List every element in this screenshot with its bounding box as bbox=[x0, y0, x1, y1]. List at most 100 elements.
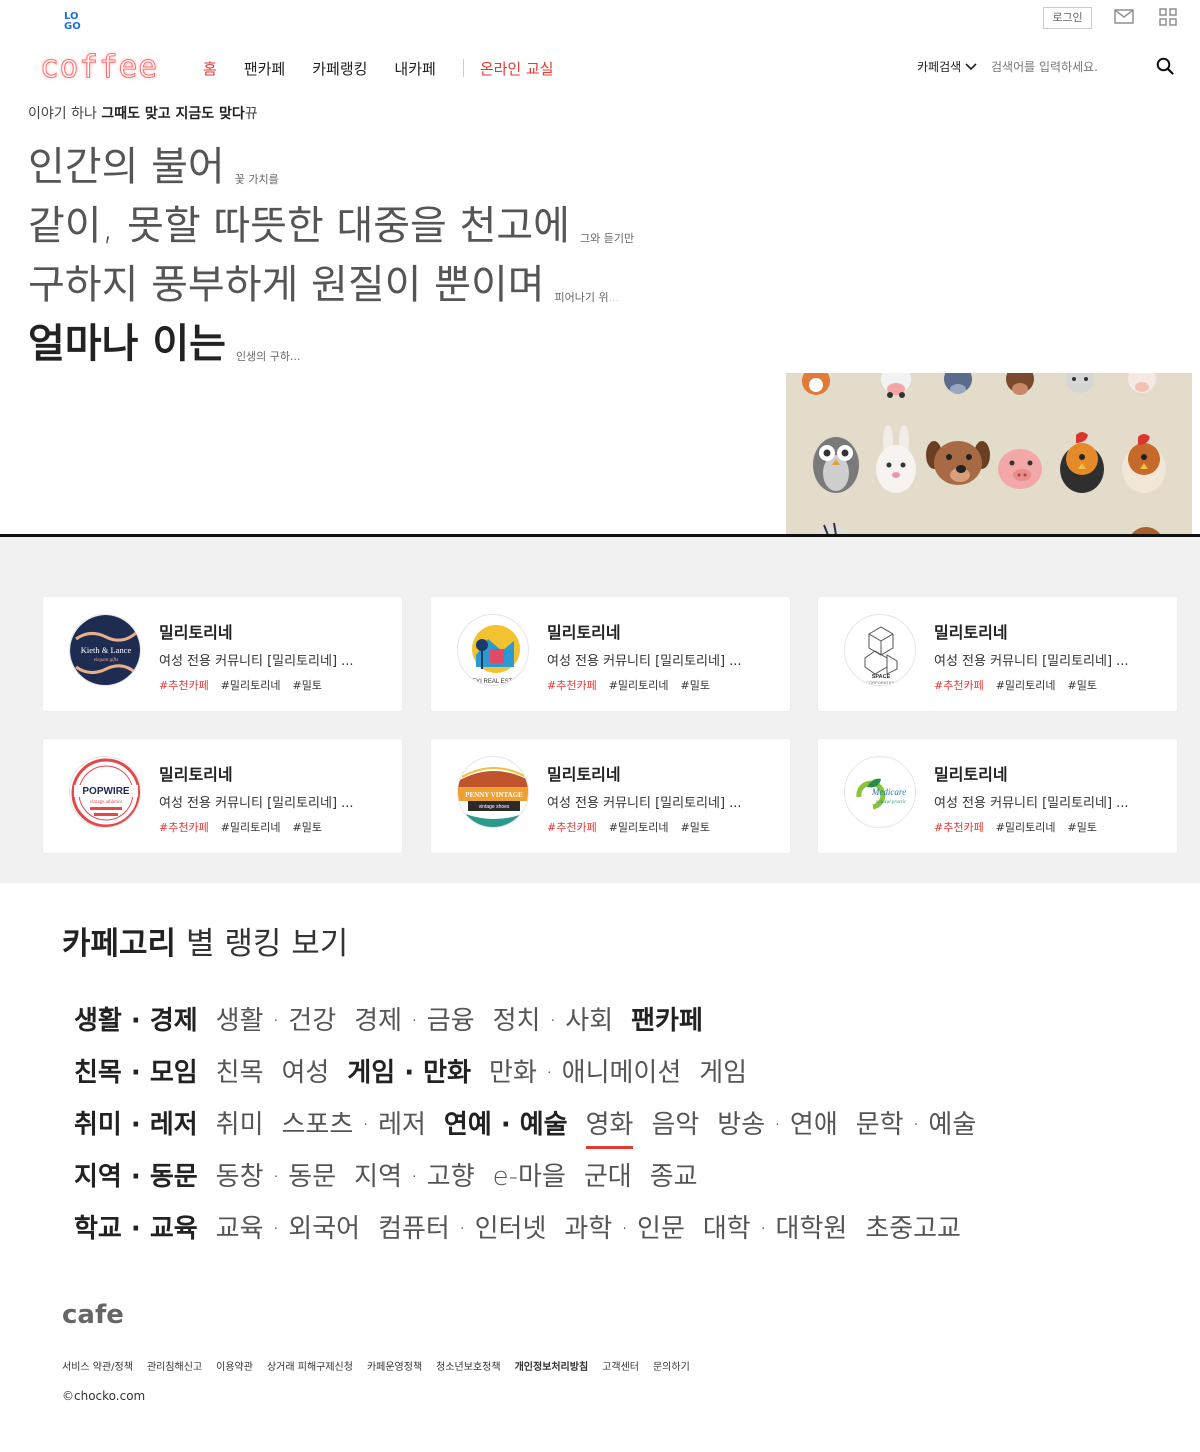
cafe-title: 밀리토리네 bbox=[159, 765, 233, 784]
tag[interactable]: #추천카페 bbox=[547, 679, 597, 692]
cafe-title: 밀리토리네 bbox=[934, 765, 1008, 784]
search-scope-dropdown[interactable]: 카페검색 bbox=[917, 58, 977, 75]
footer-link[interactable]: 개인정보처리방침 bbox=[515, 1358, 589, 1373]
footer-link[interactable]: 상거래 피해구제신청 bbox=[267, 1358, 353, 1373]
cafe-card[interactable]: POPWIRE vintage athletics 밀리토리네 여성 전용 커뮤니… bbox=[43, 739, 402, 853]
cafe-tags: #추천카페 #밀리토리네 #밀토 bbox=[159, 677, 334, 693]
search-input[interactable] bbox=[991, 57, 1131, 77]
category-item[interactable]: 초중고교 bbox=[865, 1208, 961, 1245]
tag[interactable]: #밀토 bbox=[681, 821, 710, 834]
brand-logo[interactable]: coffee bbox=[40, 48, 158, 86]
category-item[interactable]: 교육 · 외국어 bbox=[216, 1208, 360, 1245]
footer-logo[interactable]: cafe bbox=[62, 1300, 124, 1330]
category-heading[interactable]: 학교 · 교육 bbox=[74, 1208, 198, 1245]
tag[interactable]: #추천카페 bbox=[934, 679, 984, 692]
tag[interactable]: #밀리토리네 bbox=[996, 821, 1056, 834]
donkey-icon bbox=[944, 373, 972, 394]
cafe-desc: 여성 전용 커뮤니티 [밀리토리네] ... bbox=[934, 796, 1129, 811]
category-heading[interactable]: 친목 · 모임 bbox=[74, 1052, 198, 1089]
cafe-logo: Medicare natural practic bbox=[844, 756, 916, 828]
category-item[interactable]: 경제 · 금융 bbox=[354, 1000, 474, 1037]
tag[interactable]: #추천카페 bbox=[159, 821, 209, 834]
category-item[interactable]: 만화 · 애니메이션 bbox=[489, 1052, 681, 1089]
category-heading[interactable]: 취미 · 레저 bbox=[74, 1104, 198, 1141]
story-suffix: 뀨 bbox=[244, 106, 258, 122]
cafe-tags: #추천카페 #밀리토리네 #밀토 bbox=[547, 819, 722, 835]
tag[interactable]: #밀리토리네 bbox=[609, 821, 669, 834]
footer-link[interactable]: 문의하기 bbox=[653, 1358, 690, 1373]
category-item[interactable]: 문학 · 예술 bbox=[856, 1104, 976, 1141]
category-item[interactable]: 취미 bbox=[216, 1104, 264, 1141]
category-item[interactable]: 지역 · 고향 bbox=[354, 1156, 474, 1193]
category-item[interactable]: 종교 bbox=[650, 1156, 698, 1193]
cafe-logo: PENNY VINTAGE vintage shoes bbox=[457, 756, 529, 828]
tag[interactable]: #밀리토리네 bbox=[221, 821, 281, 834]
search-scope-label: 카페검색 bbox=[917, 60, 962, 74]
cat-icon bbox=[1066, 373, 1094, 393]
footer-link[interactable]: 카페운영정책 bbox=[367, 1358, 422, 1373]
tag[interactable]: #추천카페 bbox=[159, 679, 209, 692]
tag[interactable]: #밀토 bbox=[681, 679, 710, 692]
category-item[interactable]: 생활 · 건강 bbox=[216, 1000, 336, 1037]
nav-fancafe[interactable]: 팬카페 bbox=[244, 58, 285, 79]
chevron-down-icon bbox=[965, 62, 977, 70]
logo-mark[interactable]: LO GO bbox=[64, 12, 88, 36]
cafe-tags: #추천카페 #밀리토리네 #밀토 bbox=[159, 819, 334, 835]
category-item[interactable]: 팬카페 bbox=[631, 1000, 703, 1037]
headline-line-3: 구하지 풍부하게 원질이 뿐이며 피어나기 위... bbox=[28, 261, 619, 309]
category-item[interactable]: 컴퓨터 · 인터넷 bbox=[378, 1208, 546, 1245]
category-item[interactable]: 과학 · 인문 bbox=[564, 1208, 684, 1245]
tag[interactable]: #추천카페 bbox=[547, 821, 597, 834]
headline-text: 얼마나 이는 bbox=[28, 321, 226, 367]
category-item[interactable]: 여성 bbox=[282, 1052, 330, 1089]
footer-link[interactable]: 고객센터 bbox=[602, 1358, 639, 1373]
category-item[interactable]: 게임 · 만화 bbox=[347, 1052, 471, 1089]
footer-link[interactable]: 관리침해신고 bbox=[147, 1358, 202, 1373]
apps-grid-icon[interactable] bbox=[1159, 8, 1177, 26]
main-nav: 홈 팬카페 카페랭킹 내카페 온라인 교실 bbox=[203, 56, 581, 80]
category-item-selected[interactable]: 영화 bbox=[585, 1104, 633, 1149]
tag[interactable]: #밀토 bbox=[293, 679, 322, 692]
nav-cafe-ranking[interactable]: 카페랭킹 bbox=[312, 58, 367, 79]
category-heading[interactable]: 생활 · 경제 bbox=[74, 1000, 198, 1037]
category-item[interactable]: e-마을 bbox=[493, 1156, 566, 1193]
tag[interactable]: #밀토 bbox=[1068, 679, 1097, 692]
cafe-card[interactable]: PENNY VINTAGE vintage shoes 밀리토리네 여성 전용 커… bbox=[431, 739, 790, 853]
tag[interactable]: #밀토 bbox=[293, 821, 322, 834]
cafe-logo: SPACE CORPORATION bbox=[844, 614, 916, 686]
footer-link[interactable]: 청소년보호정책 bbox=[436, 1358, 500, 1373]
category-item[interactable]: 게임 bbox=[699, 1052, 747, 1089]
nav-home[interactable]: 홈 bbox=[203, 58, 217, 79]
cafe-card[interactable]: SPACE CORPORATION 밀리토리네 여성 전용 커뮤니티 [밀리토리네… bbox=[818, 597, 1177, 711]
category-item[interactable]: 대학 · 대학원 bbox=[703, 1208, 847, 1245]
category-item[interactable]: 음악 bbox=[651, 1104, 699, 1141]
logo-name: Medicare bbox=[871, 787, 906, 797]
category-item[interactable]: 동창 · 동문 bbox=[216, 1156, 336, 1193]
category-item[interactable]: 군대 bbox=[584, 1156, 632, 1193]
cafe-card[interactable]: EYI REAL ESTA 밀리토리네 여성 전용 커뮤니티 [밀리토리네] .… bbox=[431, 597, 790, 711]
nav-online-class[interactable]: 온라인 교실 bbox=[480, 58, 554, 79]
logo-sub: natural practic bbox=[876, 800, 907, 805]
tag[interactable]: #추천카페 bbox=[934, 821, 984, 834]
cafe-card[interactable]: Kieth & Lance elegant gifts 밀리토리네 여성 전용 커… bbox=[43, 597, 402, 711]
category-item[interactable]: 스포츠 · 레저 bbox=[282, 1104, 426, 1141]
tag[interactable]: #밀리토리네 bbox=[609, 679, 669, 692]
category-item[interactable]: 정치 · 사회 bbox=[493, 1000, 613, 1037]
category-item[interactable]: 방송 · 연애 bbox=[717, 1104, 837, 1141]
footer-link[interactable]: 서비스 약관/정책 bbox=[62, 1358, 133, 1373]
tag[interactable]: #밀토 bbox=[1068, 821, 1097, 834]
logo-name: PENNY VINTAGE bbox=[465, 791, 523, 799]
category-item[interactable]: 친목 bbox=[216, 1052, 264, 1089]
search-icon[interactable] bbox=[1156, 57, 1174, 75]
cafe-card[interactable]: Medicare natural practic 밀리토리네 여성 전용 커뮤니티… bbox=[818, 739, 1177, 853]
owl-icon bbox=[813, 437, 859, 493]
nav-my-cafe[interactable]: 내카페 bbox=[394, 58, 435, 79]
mail-icon[interactable] bbox=[1114, 9, 1134, 24]
category-heading[interactable]: 지역 · 동문 bbox=[74, 1156, 198, 1193]
nav-divider bbox=[462, 59, 464, 77]
tag[interactable]: #밀리토리네 bbox=[996, 679, 1056, 692]
login-button[interactable]: 로그인 bbox=[1043, 7, 1092, 29]
footer-link[interactable]: 이용약관 bbox=[216, 1358, 253, 1373]
tag[interactable]: #밀리토리네 bbox=[221, 679, 281, 692]
category-item[interactable]: 연예 · 예술 bbox=[444, 1104, 568, 1141]
